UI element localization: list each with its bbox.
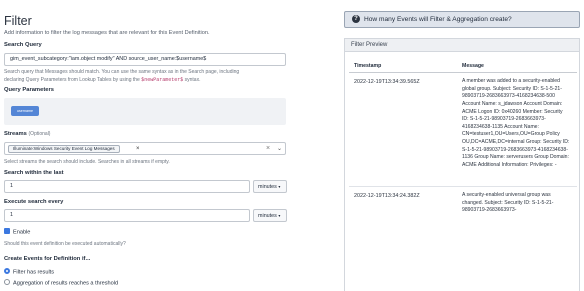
streams-help: Select streams the search should include… <box>4 159 170 165</box>
streams-label: Streams (Optional) <box>4 131 50 137</box>
streams-optional: (Optional) <box>28 131 51 137</box>
row-timestamp: 2022-12-19T13:34:24.382Z <box>354 193 420 199</box>
enable-checkbox-row[interactable]: Enable <box>4 228 31 236</box>
streams-label-text: Streams <box>4 131 27 137</box>
preview-column: ? How many Events will Filter & Aggregati… <box>344 0 580 291</box>
execute-every-unit-select[interactable]: minutes ▾ <box>253 209 287 222</box>
filter-form: Filter Add information to filter the log… <box>4 0 288 291</box>
enable-help: Should this event definition be executed… <box>4 241 126 247</box>
stream-chip: Illuminate:Windows Security Event Log Me… <box>8 145 120 153</box>
search-help-line-3: syntax. <box>184 77 201 83</box>
execute-every-unit-label: minutes <box>258 213 277 219</box>
search-query-input[interactable]: gim_event_subcategory:"iam.object modify… <box>4 53 286 66</box>
search-within-unit-label: minutes <box>258 184 277 190</box>
row-message: A member was added to a security-enabled… <box>462 78 570 168</box>
caret-down-icon: ▾ <box>278 184 281 189</box>
filter-description: Add information to filter the log messag… <box>4 30 210 36</box>
enable-checkbox[interactable] <box>4 228 10 234</box>
info-icon: ? <box>352 15 360 23</box>
create-events-label: Create Events for Definition if... <box>4 256 91 262</box>
search-query-help: Search query that Messages should match.… <box>4 68 286 84</box>
query-parameters-label: Query Parameters <box>4 87 54 93</box>
how-many-events-button[interactable]: ? How many Events will Filter & Aggregati… <box>344 11 580 28</box>
chevron-down-icon[interactable]: ⌄ <box>277 144 282 154</box>
radio-filter-has-results[interactable]: Filter has results <box>4 268 55 276</box>
query-parameters-box: username <box>4 98 286 125</box>
radio-aggregation-threshold[interactable]: Aggregation of results reaches a thresho… <box>4 279 119 287</box>
stream-chip-remove-icon[interactable]: × <box>136 145 140 153</box>
search-within-label: Search within the last <box>4 170 64 176</box>
enable-label: Enable <box>13 229 31 236</box>
filter-preview-panel: Filter Preview Timestamp Message 2022-12… <box>344 38 580 291</box>
search-within-input[interactable]: 1 <box>4 180 250 193</box>
column-header-message: Message <box>462 63 484 69</box>
how-many-events-label: How many Events will Filter & Aggregatio… <box>364 16 512 23</box>
search-help-line-2: declaring Query Parameters from Lookup T… <box>4 77 140 83</box>
header-divider <box>349 72 577 73</box>
radio-label: Aggregation of results reaches a thresho… <box>13 280 119 287</box>
search-within-unit-select[interactable]: minutes ▾ <box>253 180 287 193</box>
caret-down-icon: ▾ <box>278 213 281 218</box>
search-help-code: $newParameter$ <box>141 77 184 83</box>
execute-every-label: Execute search every <box>4 199 64 205</box>
query-parameter-button[interactable]: username <box>11 106 39 116</box>
radio-button-selected[interactable] <box>4 268 10 274</box>
row-timestamp: 2022-12-19T13:34:39.565Z <box>354 79 420 85</box>
radio-label: Filter has results <box>13 269 55 276</box>
row-divider <box>349 186 577 187</box>
filter-preview-title: Filter Preview <box>345 39 579 52</box>
column-header-timestamp: Timestamp <box>354 63 382 69</box>
streams-select[interactable]: Illuminate:Windows Security Event Log Me… <box>4 142 286 155</box>
search-help-line-1: Search query that Messages should match.… <box>4 69 240 75</box>
radio-button[interactable] <box>4 279 10 285</box>
row-message: A security-enabled universal group was c… <box>462 192 554 214</box>
streams-clear-icon[interactable]: × <box>266 144 270 154</box>
execute-every-input[interactable]: 1 <box>4 209 250 222</box>
filter-title: Filter <box>4 14 32 28</box>
search-query-label: Search Query <box>4 42 42 48</box>
